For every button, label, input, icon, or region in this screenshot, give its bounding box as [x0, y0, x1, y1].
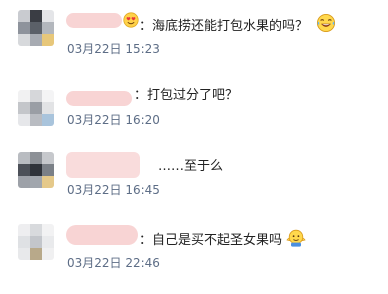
comment-item: ：打包过分了吧？ 03月22日 16:20: [0, 80, 388, 152]
comment-timestamp: 03月22日 22:46: [67, 256, 160, 270]
comment-item: ……至于么 03月22日 16:45: [0, 150, 388, 222]
comment-text: ……至于么: [158, 159, 224, 174]
laughing-tears-emoji-icon: [316, 13, 336, 38]
comment-timestamp: 03月22日 15:23: [67, 42, 160, 56]
name-separator: ：: [139, 19, 153, 34]
username[interactable]: [66, 13, 122, 28]
comment-text: 打包过分了吧？: [147, 88, 239, 103]
comment-item: ：海底捞还能打包水果的吗？ 03月22日 15:23: [0, 0, 388, 72]
name-separator: ：: [139, 233, 153, 248]
comment-text: 海底捞还能打包水果的吗？: [152, 19, 309, 34]
avatar[interactable]: [18, 152, 54, 188]
avatar[interactable]: [18, 90, 54, 126]
comment-item: ：自己是买不起圣女果吗 03月22日 22:46: [0, 222, 388, 294]
username[interactable]: [66, 152, 140, 178]
comment-timestamp: 03月22日 16:20: [67, 113, 160, 127]
username[interactable]: [66, 91, 132, 106]
heart-eyes-emoji-icon: [123, 12, 139, 32]
comment-timestamp: 03月22日 16:45: [67, 183, 160, 197]
comment-content: ：海底捞还能打包水果的吗？: [139, 13, 336, 38]
avatar[interactable]: [18, 224, 54, 260]
comment-content: ：自己是买不起圣女果吗: [139, 229, 306, 252]
avatar[interactable]: [18, 10, 54, 46]
username[interactable]: [66, 225, 138, 245]
shrug-emoji-icon: [286, 229, 306, 252]
comment-content: ……至于么: [158, 158, 223, 175]
comment-content: ：打包过分了吧？: [134, 87, 238, 104]
name-separator: ：: [134, 88, 148, 103]
comment-text: 自己是买不起圣女果吗: [152, 233, 283, 248]
